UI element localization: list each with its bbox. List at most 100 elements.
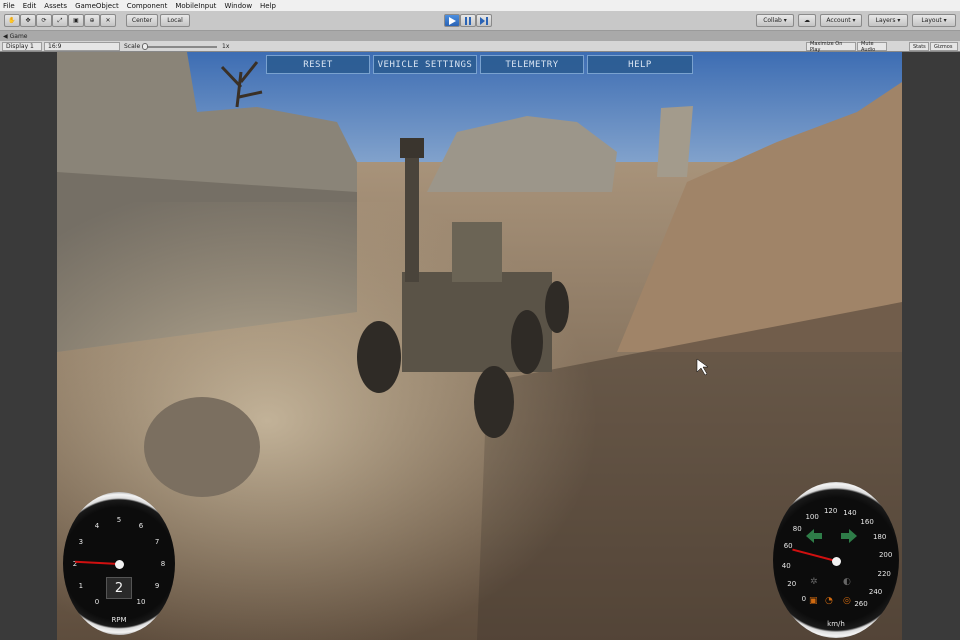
pivot-toggle-button[interactable]: Center	[126, 14, 158, 27]
layers-label: Layers	[875, 17, 896, 24]
layout-dropdown[interactable]: Layout ▾	[912, 14, 956, 27]
rpm-tick-label: 4	[94, 521, 100, 530]
rpm-hub	[114, 559, 124, 569]
rect-tool-icon[interactable]: ▣	[68, 14, 84, 27]
menu-window[interactable]: Window	[224, 2, 252, 10]
speed-tick-label: 20	[787, 580, 797, 589]
speed-hub	[831, 556, 841, 566]
rpm-label: RPM	[111, 616, 127, 624]
play-icon	[449, 16, 456, 25]
reset-label: RESET	[303, 59, 333, 70]
game-tab[interactable]: ◀ Game	[0, 31, 960, 41]
help-label: HELP	[628, 59, 652, 70]
rpm-gauge: 2 RPM 0 1 2 3 4 5 6 7 8 9 10	[63, 492, 175, 635]
menu-file[interactable]: File	[3, 2, 15, 10]
foreground-boulder	[144, 397, 260, 497]
scale-tool-icon[interactable]: ⤢	[52, 14, 68, 27]
telemetry-label: TELEMETRY	[505, 59, 559, 70]
mute-label: Mute Audio	[861, 40, 876, 53]
menu-assets[interactable]: Assets	[44, 2, 67, 10]
rpm-tick-label: 8	[160, 560, 166, 568]
rpm-tick-label: 10	[136, 598, 146, 607]
menu-mobileinput[interactable]: MobileInput	[175, 2, 216, 10]
help-button[interactable]: HELP	[587, 55, 693, 74]
gizmos-dropdown[interactable]: Gizmos	[930, 42, 958, 51]
speed-tick-label: 240	[868, 587, 883, 596]
game-view-bar: Display 1 16:9 Scale 1x Maximize On Play…	[0, 40, 960, 53]
turn-right-arrow-icon	[841, 529, 857, 543]
speed-tick-label: 220	[877, 570, 891, 579]
step-icon	[480, 16, 488, 25]
headlight-icon: ◐	[843, 577, 851, 587]
scale-label: Scale	[124, 43, 141, 50]
warning-icon: ▣	[809, 596, 818, 606]
letterbox-right	[902, 52, 960, 640]
account-dropdown[interactable]: Account ▾	[820, 14, 862, 27]
cloud-icon[interactable]: ☁	[798, 14, 816, 27]
speed-tick-label: 200	[878, 550, 893, 559]
gear-value: 2	[114, 580, 124, 596]
stats-toggle[interactable]: Stats	[909, 42, 929, 51]
game-tab-icon: ◀	[3, 32, 8, 40]
rpm-tick-label: 1	[78, 582, 84, 590]
mute-audio-toggle[interactable]: Mute Audio	[857, 40, 887, 53]
display-label: Display 1	[6, 43, 34, 50]
speed-tick-label: 160	[860, 517, 874, 526]
rock-pillar	[657, 106, 693, 177]
step-button[interactable]	[476, 14, 492, 27]
letterbox-left	[0, 52, 57, 640]
play-button[interactable]	[444, 14, 460, 27]
layers-dropdown[interactable]: Layers ▾	[868, 14, 908, 27]
scale-value: 1x	[222, 43, 230, 50]
speed-needle	[792, 548, 837, 562]
game-tab-label: Game	[9, 32, 28, 40]
collab-dropdown[interactable]: Collab ▾	[756, 14, 794, 27]
layout-label: Layout	[921, 17, 942, 24]
move-tool-icon[interactable]: ✥	[20, 14, 36, 27]
speedometer-gauge: ✲ ◐ ▣ ◔ ◎ km/h 0 20 40 60 80 100 120 140 160 180 2…	[773, 482, 899, 638]
speed-unit-label: km/h	[827, 620, 845, 628]
stats-label: Stats	[913, 43, 926, 50]
menu-bar: File Edit Assets GameObject Component Mo…	[0, 0, 960, 11]
gizmos-label: Gizmos	[934, 43, 953, 50]
transform-tool-icon[interactable]: ⊕	[84, 14, 100, 27]
space-toggle-button[interactable]: Local	[160, 14, 190, 27]
speed-tick-label: 120	[823, 507, 838, 516]
custom-tool-icon[interactable]: ✕	[100, 14, 116, 27]
menu-help[interactable]: Help	[260, 2, 276, 10]
gear-indicator: 2	[106, 577, 132, 599]
maximize-on-play-toggle[interactable]: Maximize On Play	[806, 41, 856, 53]
abs-icon: ◎	[843, 596, 851, 606]
aspect-label: 16:9	[48, 43, 62, 50]
rpm-tick-label: 7	[154, 538, 160, 546]
rotate-tool-icon[interactable]: ⟳	[36, 14, 52, 27]
menu-gameobject[interactable]: GameObject	[75, 2, 119, 10]
vehicle-settings-button[interactable]: VEHICLE SETTINGS	[373, 55, 477, 74]
speed-tick-label: 40	[781, 561, 791, 570]
engine-icon: ◔	[825, 596, 833, 606]
rpm-tick-label: 0	[94, 598, 100, 607]
speed-tick-label: 100	[805, 513, 819, 522]
turn-left-arrow-icon	[806, 529, 822, 543]
speed-tick-label: 260	[854, 600, 868, 609]
game-viewport[interactable]: RESET VEHICLE SETTINGS TELEMETRY HELP 2 …	[57, 52, 902, 640]
aspect-dropdown[interactable]: 16:9	[44, 42, 120, 51]
speed-tick-label: 60	[783, 542, 793, 551]
menu-component[interactable]: Component	[127, 2, 168, 10]
pause-button[interactable]	[460, 14, 476, 27]
rpm-tick-label: 9	[154, 582, 160, 590]
rpm-tick-label: 3	[78, 538, 84, 546]
scale-slider-track[interactable]	[145, 46, 217, 48]
vehicle-settings-label: VEHICLE SETTINGS	[377, 59, 473, 70]
scale-slider-thumb[interactable]	[142, 43, 148, 50]
hand-tool-icon[interactable]: ✋	[4, 14, 20, 27]
reset-button[interactable]: RESET	[266, 55, 370, 74]
traction-icon: ✲	[810, 577, 818, 587]
speed-tick-label: 0	[801, 595, 807, 604]
space-label: Local	[167, 17, 183, 24]
display-dropdown[interactable]: Display 1	[2, 42, 42, 51]
toolbar: ✋ ✥ ⟳ ⤢ ▣ ⊕ ✕ Center Local Collab ▾ ☁ Ac…	[0, 11, 960, 31]
menu-edit[interactable]: Edit	[23, 2, 37, 10]
telemetry-button[interactable]: TELEMETRY	[480, 55, 584, 74]
account-label: Account ▾	[826, 17, 856, 24]
